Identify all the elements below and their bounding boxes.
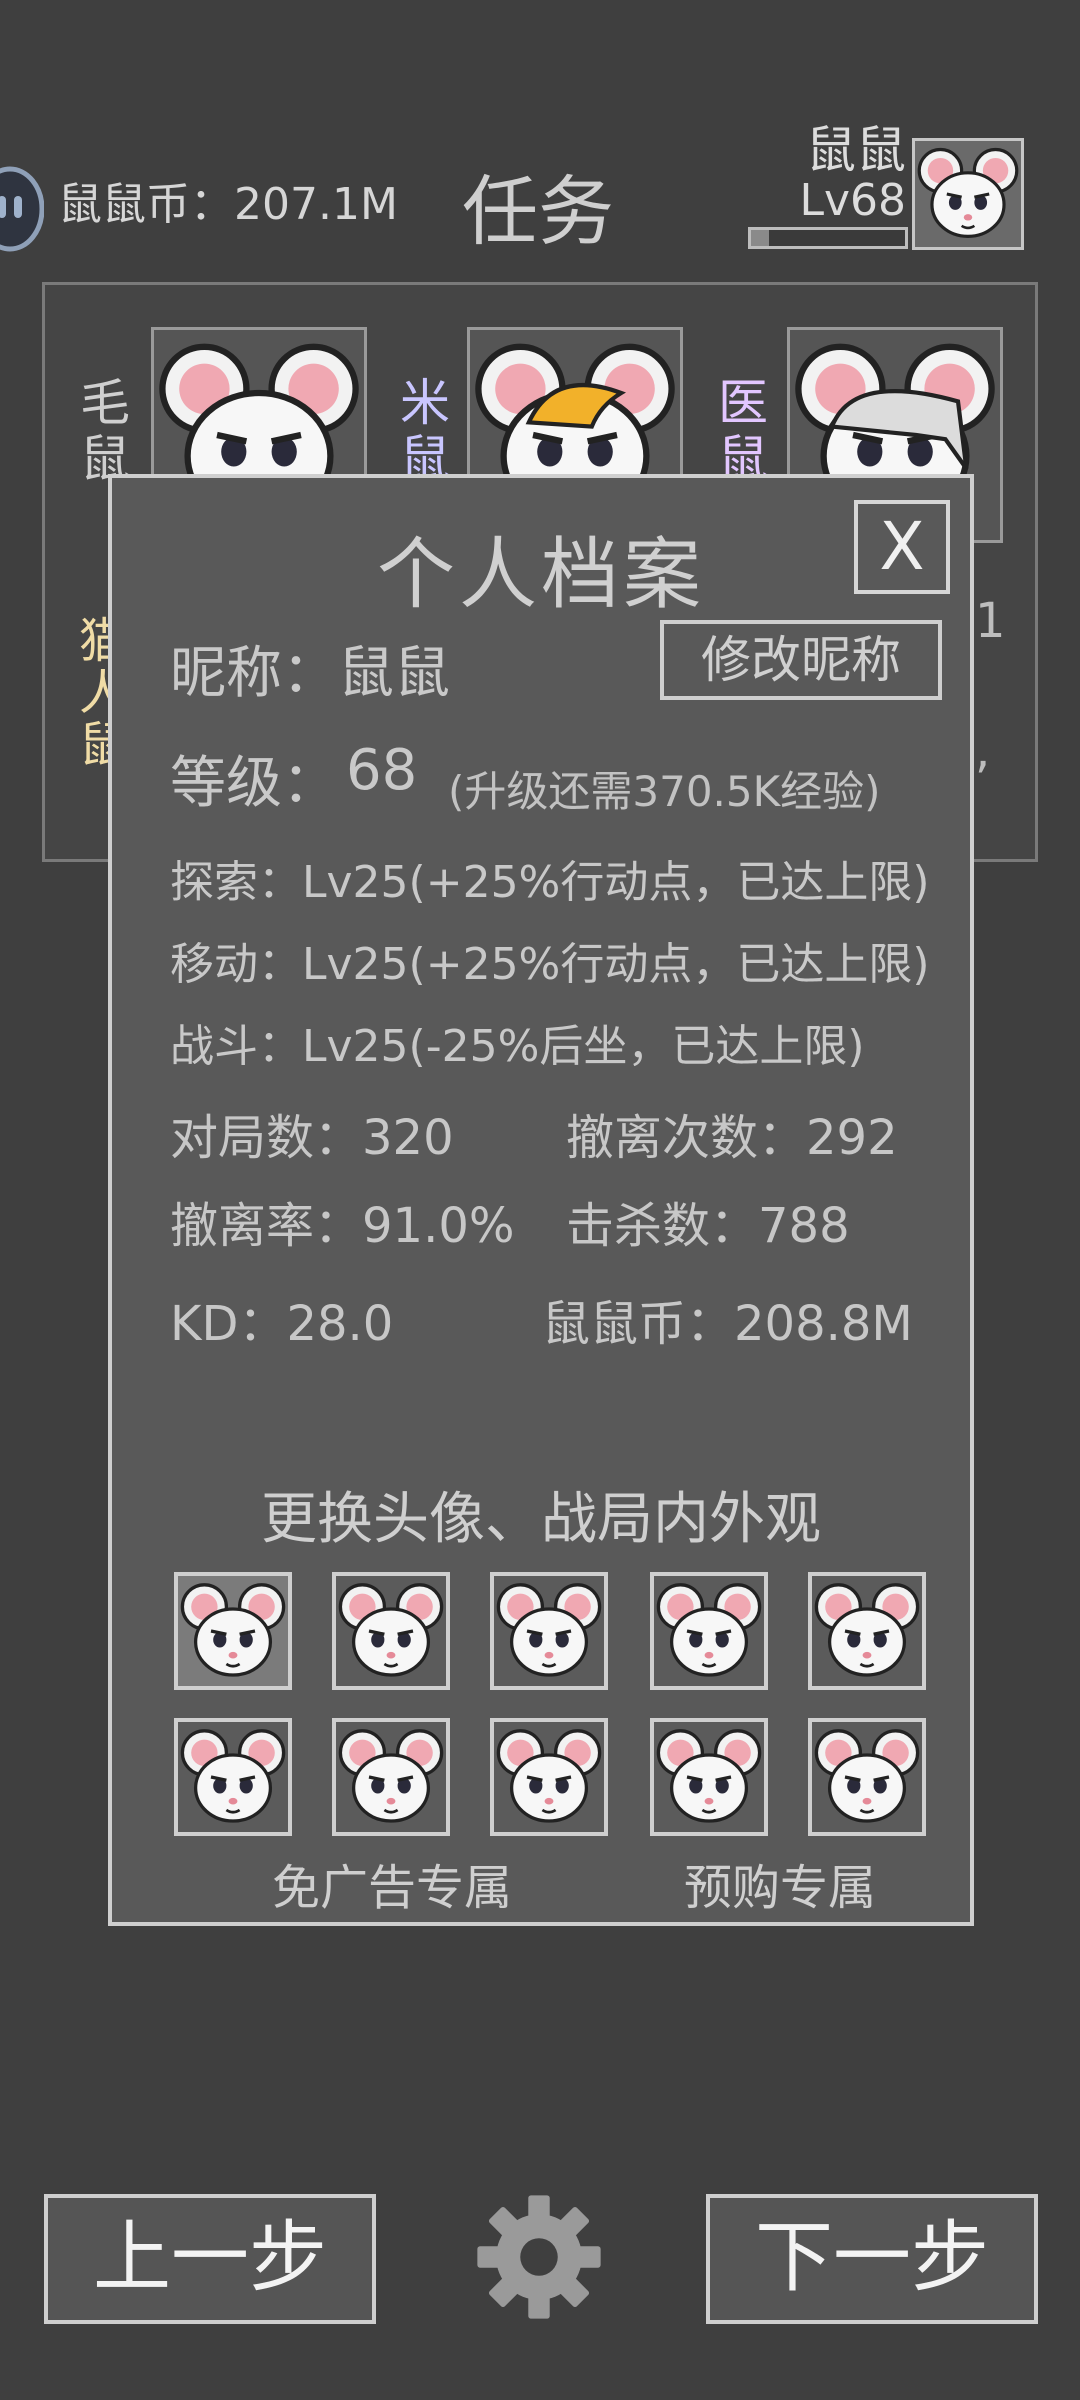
coin-face-icon: [0, 166, 45, 252]
rename-button[interactable]: 修改昵称: [660, 620, 942, 700]
kills-stat: 击杀数：788: [566, 1198, 850, 1254]
skin-option[interactable]: [808, 1718, 926, 1836]
white-mouse-avatar-icon: [915, 141, 1021, 247]
white-mouse-skin-9-icon: [654, 1722, 764, 1832]
appearance-title: 更换头像、战局内外观: [261, 1487, 821, 1552]
move-stat: 移动：Lv25(+25%行动点，已达上限): [170, 939, 930, 990]
skin-option[interactable]: [332, 1718, 450, 1836]
explore-stat: 探索：Lv25(+25%行动点，已达上限): [170, 857, 930, 908]
combat-stat: 战斗：Lv25(-25%后坐，已达上限): [170, 1021, 865, 1072]
xp-progress-bar: [748, 227, 908, 249]
white-mouse-skin-5-icon: [812, 1576, 922, 1686]
skin-option[interactable]: [650, 1718, 768, 1836]
skin-option[interactable]: [490, 1718, 608, 1836]
member-label-2: 米鼠: [400, 374, 450, 488]
level-note: (升级还需370.5K经验): [448, 767, 881, 816]
white-mouse-skin-3-icon: [494, 1576, 604, 1686]
player-name: 鼠鼠: [806, 121, 906, 179]
extractions-stat: 撤离次数：292: [566, 1110, 898, 1166]
player-level: Lv68: [799, 175, 906, 226]
skin-option[interactable]: [332, 1572, 450, 1690]
prev-step-button[interactable]: 上一步: [44, 2194, 376, 2324]
behind-right-text-2: ,: [975, 723, 991, 779]
white-mouse-skin-6-icon: [178, 1722, 288, 1832]
no-ads-caption: 免广告专属: [272, 1860, 513, 1916]
member-label-1: 毛鼠: [80, 374, 130, 488]
skin-option[interactable]: [490, 1572, 608, 1690]
close-button[interactable]: X: [854, 500, 950, 594]
matches-stat: 对局数：320: [170, 1110, 454, 1166]
white-mouse-skin-8-icon: [494, 1722, 604, 1832]
white-mouse-skin-7-icon: [336, 1722, 446, 1832]
skin-option[interactable]: [808, 1572, 926, 1690]
member-label-3: 医鼠: [718, 374, 768, 488]
skin-option[interactable]: [650, 1572, 768, 1690]
white-mouse-skin-4-icon: [654, 1576, 764, 1686]
behind-right-text-1: 1: [975, 593, 1006, 649]
profile-dialog: 个人档案 X 昵称：鼠鼠 修改昵称 等级： 68 (升级还需370.5K经验) …: [108, 474, 974, 1926]
next-step-button[interactable]: 下一步: [706, 2194, 1038, 2324]
level-value: 68: [346, 738, 418, 803]
coin-balance: 鼠鼠币：207.1M: [58, 179, 398, 230]
page-title: 任务: [462, 167, 614, 256]
xp-progress-fill: [751, 230, 770, 246]
skin-option[interactable]: [174, 1718, 292, 1836]
level-label: 等级：: [170, 751, 338, 816]
skin-option[interactable]: [174, 1572, 292, 1690]
gear-icon[interactable]: [472, 2190, 606, 2324]
nickname: 昵称：鼠鼠: [170, 641, 450, 706]
kd-stat: KD：28.0: [170, 1296, 394, 1352]
coins-stat: 鼠鼠币：208.8M: [542, 1296, 913, 1352]
player-avatar[interactable]: [912, 138, 1024, 250]
white-mouse-skin-1-icon: [178, 1576, 288, 1686]
preorder-caption: 预购专属: [684, 1860, 877, 1916]
white-mouse-skin-10-icon: [812, 1722, 922, 1832]
white-mouse-skin-2-icon: [336, 1576, 446, 1686]
dialog-title: 个人档案: [376, 530, 705, 620]
extract-rate-stat: 撤离率：91.0%: [170, 1198, 515, 1254]
